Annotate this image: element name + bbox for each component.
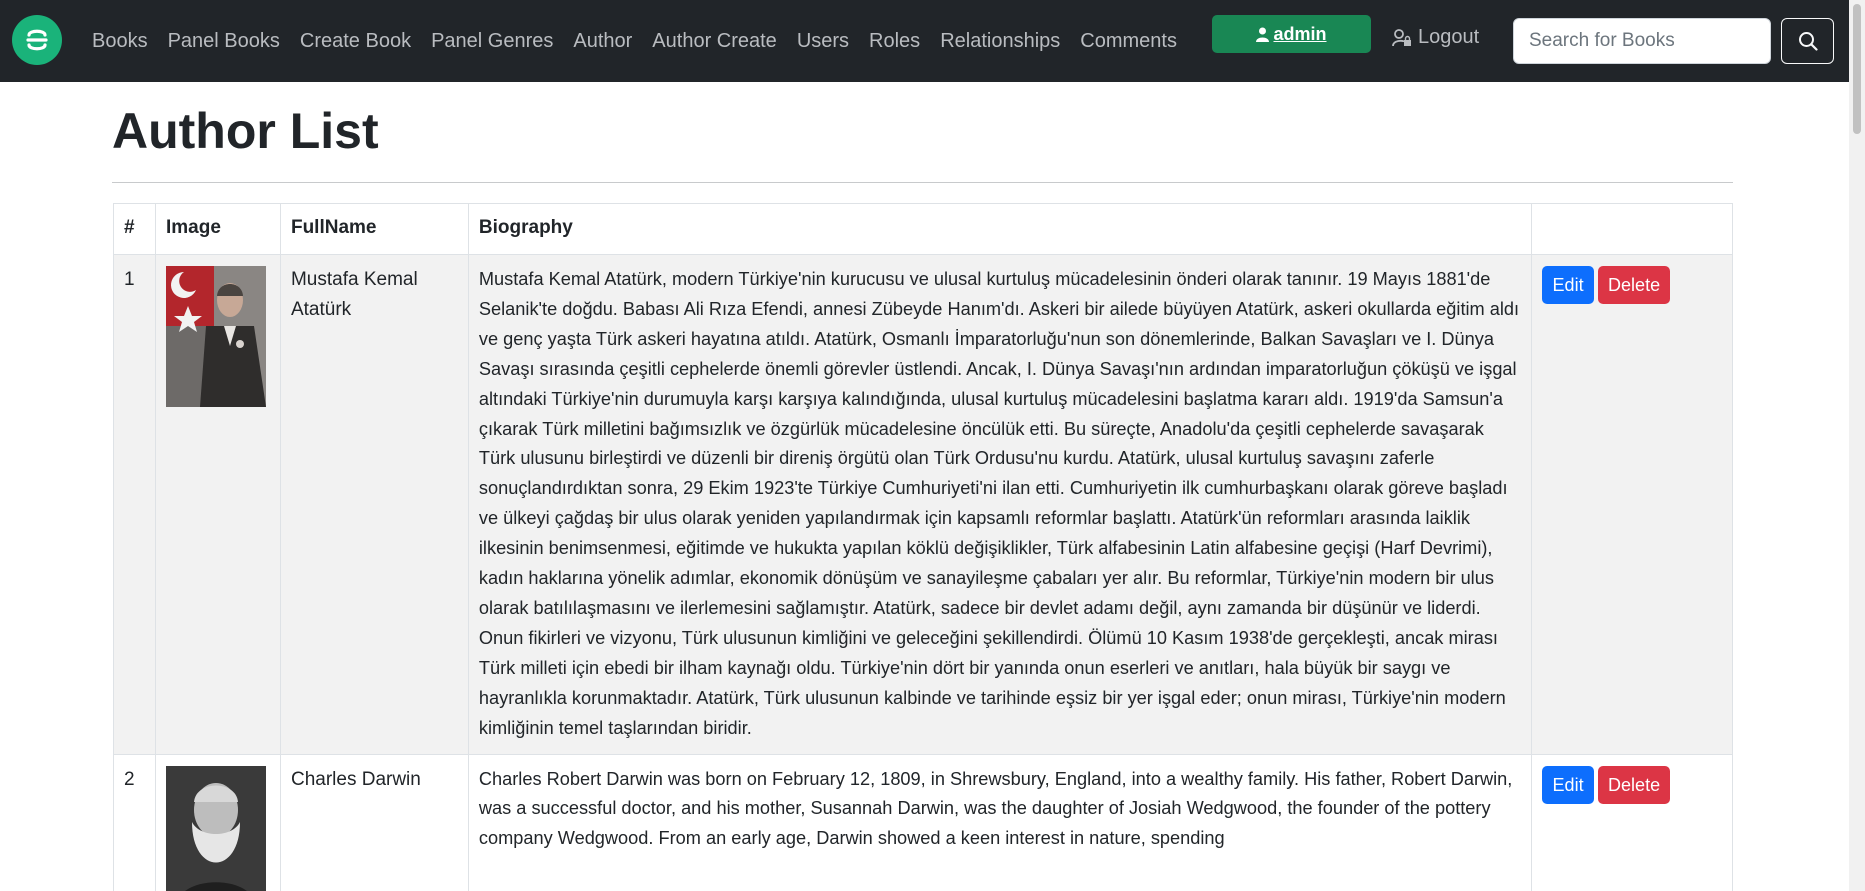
search-input[interactable] (1513, 18, 1771, 64)
nav-link-panel-genres[interactable]: Panel Genres (431, 30, 553, 53)
title-divider (112, 182, 1733, 183)
nav-link-books[interactable]: Books (92, 30, 148, 53)
table-row: 2 Charles Darwin Charles Robert Darwin w… (113, 753, 1733, 891)
search-button[interactable] (1781, 18, 1834, 64)
actions-cell: Edit Delete (1531, 753, 1733, 891)
author-biography: Mustafa Kemal Atatürk, modern Türkiye'ni… (467, 254, 1533, 755)
author-portrait (165, 266, 266, 407)
nav-link-users[interactable]: Users (797, 30, 849, 53)
column-header-number: # (113, 203, 156, 255)
image-cell (154, 753, 281, 891)
nav-link-author-create[interactable]: Author Create (652, 30, 777, 53)
author-biography: Charles Robert Darwin was born on Februa… (467, 753, 1533, 891)
search-icon (1798, 32, 1818, 51)
author-fullname: Charles Darwin (279, 753, 469, 891)
nav-link-create-book[interactable]: Create Book (300, 30, 411, 53)
column-header-biography: Biography (467, 203, 1533, 255)
column-header-fullname: FullName (279, 203, 469, 255)
user-icon (1256, 27, 1270, 42)
author-fullname: Mustafa Kemal Atatürk (279, 254, 469, 755)
delete-button[interactable]: Delete (1598, 765, 1671, 804)
edit-button[interactable]: Edit (1542, 266, 1595, 304)
nav-links: Books Panel Books Create Book Panel Genr… (92, 0, 1197, 82)
page-title: Author List (112, 103, 379, 159)
actions-cell: Edit Delete (1531, 254, 1733, 755)
nav-link-author[interactable]: Author (573, 30, 632, 53)
scrollbar-thumb[interactable] (1853, 4, 1861, 134)
image-cell (154, 254, 281, 755)
nav-link-relationships[interactable]: Relationships (940, 30, 1060, 53)
logout-label: Logout (1418, 26, 1480, 48)
user-lock-icon (1392, 28, 1411, 46)
column-header-actions (1531, 203, 1733, 255)
logout-link[interactable]: Logout (1392, 26, 1479, 49)
navbar: Books Panel Books Create Book Panel Genr… (0, 0, 1865, 82)
delete-button[interactable]: Delete (1598, 266, 1671, 304)
table-row: 1 Mustafa Kemal Atatürk Mustafa Kemal At… (113, 254, 1733, 755)
column-header-image: Image (154, 203, 281, 255)
nav-link-comments[interactable]: Comments (1080, 30, 1177, 53)
edit-button[interactable]: Edit (1542, 765, 1595, 804)
author-table: # Image FullName Biography 1 Mustafa Kem… (113, 203, 1733, 891)
author-portrait (165, 765, 266, 891)
row-number: 2 (113, 753, 156, 891)
admin-button[interactable]: admin (1212, 15, 1371, 53)
table-header-row: # Image FullName Biography (113, 203, 1733, 255)
nav-link-roles[interactable]: Roles (869, 30, 920, 53)
nav-link-panel-books[interactable]: Panel Books (168, 30, 280, 53)
brand-logo-icon[interactable] (12, 15, 62, 65)
page-scrollbar[interactable] (1849, 0, 1865, 891)
admin-label: admin (1273, 23, 1327, 44)
row-number: 1 (113, 254, 156, 755)
